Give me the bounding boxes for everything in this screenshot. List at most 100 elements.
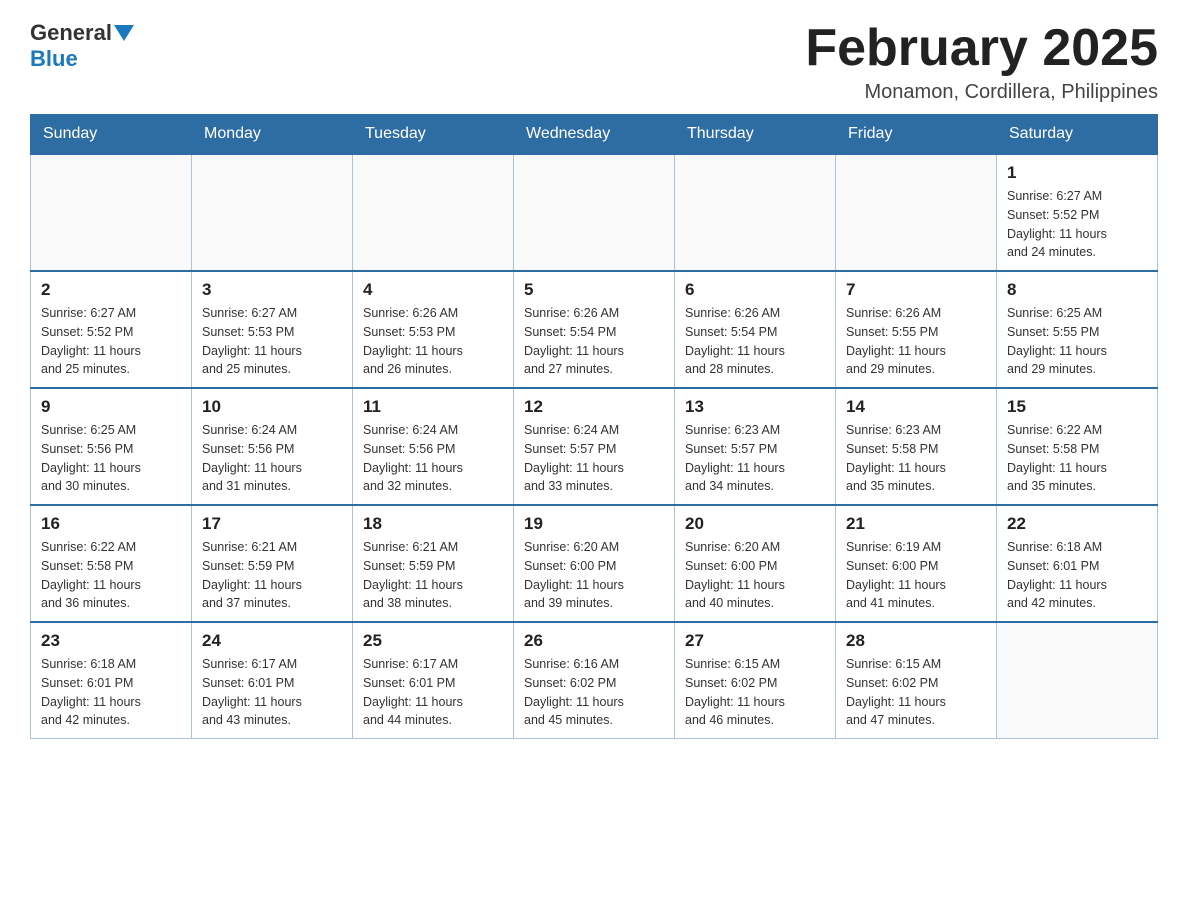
header-friday: Friday bbox=[836, 115, 997, 155]
day-number: 11 bbox=[363, 397, 503, 417]
calendar-cell: 15 Sunrise: 6:22 AMSunset: 5:58 PMDayligh… bbox=[997, 388, 1158, 505]
calendar-cell: 20 Sunrise: 6:20 AMSunset: 6:00 PMDayligh… bbox=[675, 505, 836, 622]
day-info: Sunrise: 6:24 AMSunset: 5:56 PMDaylight:… bbox=[363, 421, 503, 496]
day-info: Sunrise: 6:22 AMSunset: 5:58 PMDaylight:… bbox=[1007, 421, 1147, 496]
header-saturday: Saturday bbox=[997, 115, 1158, 155]
day-number: 4 bbox=[363, 280, 503, 300]
calendar-cell: 28 Sunrise: 6:15 AMSunset: 6:02 PMDayligh… bbox=[836, 622, 997, 739]
day-number: 24 bbox=[202, 631, 342, 651]
day-number: 23 bbox=[41, 631, 181, 651]
day-info: Sunrise: 6:26 AMSunset: 5:53 PMDaylight:… bbox=[363, 304, 503, 379]
calendar-cell bbox=[514, 154, 675, 271]
calendar-cell: 25Sunrise: 6:17 AMSunset: 6:01 PMDayligh… bbox=[353, 622, 514, 739]
day-number: 13 bbox=[685, 397, 825, 417]
day-info: Sunrise: 6:26 AMSunset: 5:54 PMDaylight:… bbox=[685, 304, 825, 379]
calendar-cell: 6 Sunrise: 6:26 AMSunset: 5:54 PMDaylight… bbox=[675, 271, 836, 388]
day-number: 28 bbox=[846, 631, 986, 651]
calendar-cell bbox=[997, 622, 1158, 739]
day-info: Sunrise: 6:17 AMSunset: 6:01 PMDaylight:… bbox=[202, 655, 342, 730]
weekday-header-row: Sunday Monday Tuesday Wednesday Thursday… bbox=[31, 115, 1158, 155]
day-info: Sunrise: 6:16 AMSunset: 6:02 PMDaylight:… bbox=[524, 655, 664, 730]
calendar-cell: 9 Sunrise: 6:25 AMSunset: 5:56 PMDaylight… bbox=[31, 388, 192, 505]
day-number: 9 bbox=[41, 397, 181, 417]
calendar-cell: 17 Sunrise: 6:21 AMSunset: 5:59 PMDayligh… bbox=[192, 505, 353, 622]
page-header: General Blue February 2025 Monamon, Cord… bbox=[30, 20, 1158, 104]
calendar-cell bbox=[836, 154, 997, 271]
calendar-cell: 22Sunrise: 6:18 AMSunset: 6:01 PMDayligh… bbox=[997, 505, 1158, 622]
day-number: 26 bbox=[524, 631, 664, 651]
calendar-cell: 13 Sunrise: 6:23 AMSunset: 5:57 PMDayligh… bbox=[675, 388, 836, 505]
day-number: 10 bbox=[202, 397, 342, 417]
week-row-3: 9 Sunrise: 6:25 AMSunset: 5:56 PMDaylight… bbox=[31, 388, 1158, 505]
day-info: Sunrise: 6:25 AMSunset: 5:55 PMDaylight:… bbox=[1007, 304, 1147, 379]
calendar-cell: 8 Sunrise: 6:25 AMSunset: 5:55 PMDaylight… bbox=[997, 271, 1158, 388]
day-number: 12 bbox=[524, 397, 664, 417]
day-info: Sunrise: 6:23 AMSunset: 5:57 PMDaylight:… bbox=[685, 421, 825, 496]
header-tuesday: Tuesday bbox=[353, 115, 514, 155]
week-row-4: 16 Sunrise: 6:22 AMSunset: 5:58 PMDayligh… bbox=[31, 505, 1158, 622]
day-info: Sunrise: 6:17 AMSunset: 6:01 PMDaylight:… bbox=[363, 655, 503, 730]
day-info: Sunrise: 6:15 AMSunset: 6:02 PMDaylight:… bbox=[846, 655, 986, 730]
month-title: February 2025 bbox=[805, 20, 1158, 77]
day-number: 15 bbox=[1007, 397, 1147, 417]
day-number: 16 bbox=[41, 514, 181, 534]
day-info: Sunrise: 6:26 AMSunset: 5:55 PMDaylight:… bbox=[846, 304, 986, 379]
header-monday: Monday bbox=[192, 115, 353, 155]
day-info: Sunrise: 6:25 AMSunset: 5:56 PMDaylight:… bbox=[41, 421, 181, 496]
week-row-1: 1Sunrise: 6:27 AMSunset: 5:52 PMDaylight… bbox=[31, 154, 1158, 271]
calendar-cell: 18 Sunrise: 6:21 AMSunset: 5:59 PMDayligh… bbox=[353, 505, 514, 622]
header-wednesday: Wednesday bbox=[514, 115, 675, 155]
calendar-cell bbox=[31, 154, 192, 271]
day-number: 14 bbox=[846, 397, 986, 417]
day-info: Sunrise: 6:21 AMSunset: 5:59 PMDaylight:… bbox=[202, 538, 342, 613]
calendar-cell: 7 Sunrise: 6:26 AMSunset: 5:55 PMDaylight… bbox=[836, 271, 997, 388]
day-number: 6 bbox=[685, 280, 825, 300]
day-info: Sunrise: 6:20 AMSunset: 6:00 PMDaylight:… bbox=[685, 538, 825, 613]
calendar-cell: 16 Sunrise: 6:22 AMSunset: 5:58 PMDayligh… bbox=[31, 505, 192, 622]
calendar-cell bbox=[192, 154, 353, 271]
day-number: 21 bbox=[846, 514, 986, 534]
day-info: Sunrise: 6:26 AMSunset: 5:54 PMDaylight:… bbox=[524, 304, 664, 379]
day-info: Sunrise: 6:24 AMSunset: 5:56 PMDaylight:… bbox=[202, 421, 342, 496]
calendar-cell: 12 Sunrise: 6:24 AMSunset: 5:57 PMDayligh… bbox=[514, 388, 675, 505]
day-number: 22 bbox=[1007, 514, 1147, 534]
calendar-cell: 3Sunrise: 6:27 AMSunset: 5:53 PMDaylight… bbox=[192, 271, 353, 388]
calendar-cell: 21Sunrise: 6:19 AMSunset: 6:00 PMDayligh… bbox=[836, 505, 997, 622]
header-sunday: Sunday bbox=[31, 115, 192, 155]
logo-triangle-icon bbox=[114, 25, 134, 41]
day-info: Sunrise: 6:24 AMSunset: 5:57 PMDaylight:… bbox=[524, 421, 664, 496]
day-number: 2 bbox=[41, 280, 181, 300]
day-info: Sunrise: 6:22 AMSunset: 5:58 PMDaylight:… bbox=[41, 538, 181, 613]
day-info: Sunrise: 6:27 AMSunset: 5:52 PMDaylight:… bbox=[41, 304, 181, 379]
day-number: 19 bbox=[524, 514, 664, 534]
week-row-2: 2 Sunrise: 6:27 AMSunset: 5:52 PMDaylight… bbox=[31, 271, 1158, 388]
logo: General Blue bbox=[30, 20, 134, 72]
day-number: 18 bbox=[363, 514, 503, 534]
calendar-cell: 1Sunrise: 6:27 AMSunset: 5:52 PMDaylight… bbox=[997, 154, 1158, 271]
week-row-5: 23Sunrise: 6:18 AMSunset: 6:01 PMDayligh… bbox=[31, 622, 1158, 739]
day-info: Sunrise: 6:23 AMSunset: 5:58 PMDaylight:… bbox=[846, 421, 986, 496]
calendar-cell: 23Sunrise: 6:18 AMSunset: 6:01 PMDayligh… bbox=[31, 622, 192, 739]
day-number: 8 bbox=[1007, 280, 1147, 300]
day-number: 20 bbox=[685, 514, 825, 534]
location-subtitle: Monamon, Cordillera, Philippines bbox=[805, 81, 1158, 104]
calendar-cell: 26 Sunrise: 6:16 AMSunset: 6:02 PMDayligh… bbox=[514, 622, 675, 739]
day-number: 27 bbox=[685, 631, 825, 651]
day-info: Sunrise: 6:27 AMSunset: 5:52 PMDaylight:… bbox=[1007, 187, 1147, 262]
calendar-cell: 10 Sunrise: 6:24 AMSunset: 5:56 PMDayligh… bbox=[192, 388, 353, 505]
title-area: February 2025 Monamon, Cordillera, Phili… bbox=[805, 20, 1158, 104]
day-number: 7 bbox=[846, 280, 986, 300]
calendar-cell: 14 Sunrise: 6:23 AMSunset: 5:58 PMDayligh… bbox=[836, 388, 997, 505]
logo-general-text: General bbox=[30, 20, 112, 46]
day-info: Sunrise: 6:15 AMSunset: 6:02 PMDaylight:… bbox=[685, 655, 825, 730]
day-info: Sunrise: 6:20 AMSunset: 6:00 PMDaylight:… bbox=[524, 538, 664, 613]
day-info: Sunrise: 6:27 AMSunset: 5:53 PMDaylight:… bbox=[202, 304, 342, 379]
calendar-cell: 19 Sunrise: 6:20 AMSunset: 6:00 PMDayligh… bbox=[514, 505, 675, 622]
day-number: 5 bbox=[524, 280, 664, 300]
calendar-cell bbox=[353, 154, 514, 271]
day-info: Sunrise: 6:21 AMSunset: 5:59 PMDaylight:… bbox=[363, 538, 503, 613]
header-thursday: Thursday bbox=[675, 115, 836, 155]
calendar-cell bbox=[675, 154, 836, 271]
calendar-cell: 27 Sunrise: 6:15 AMSunset: 6:02 PMDayligh… bbox=[675, 622, 836, 739]
day-number: 17 bbox=[202, 514, 342, 534]
